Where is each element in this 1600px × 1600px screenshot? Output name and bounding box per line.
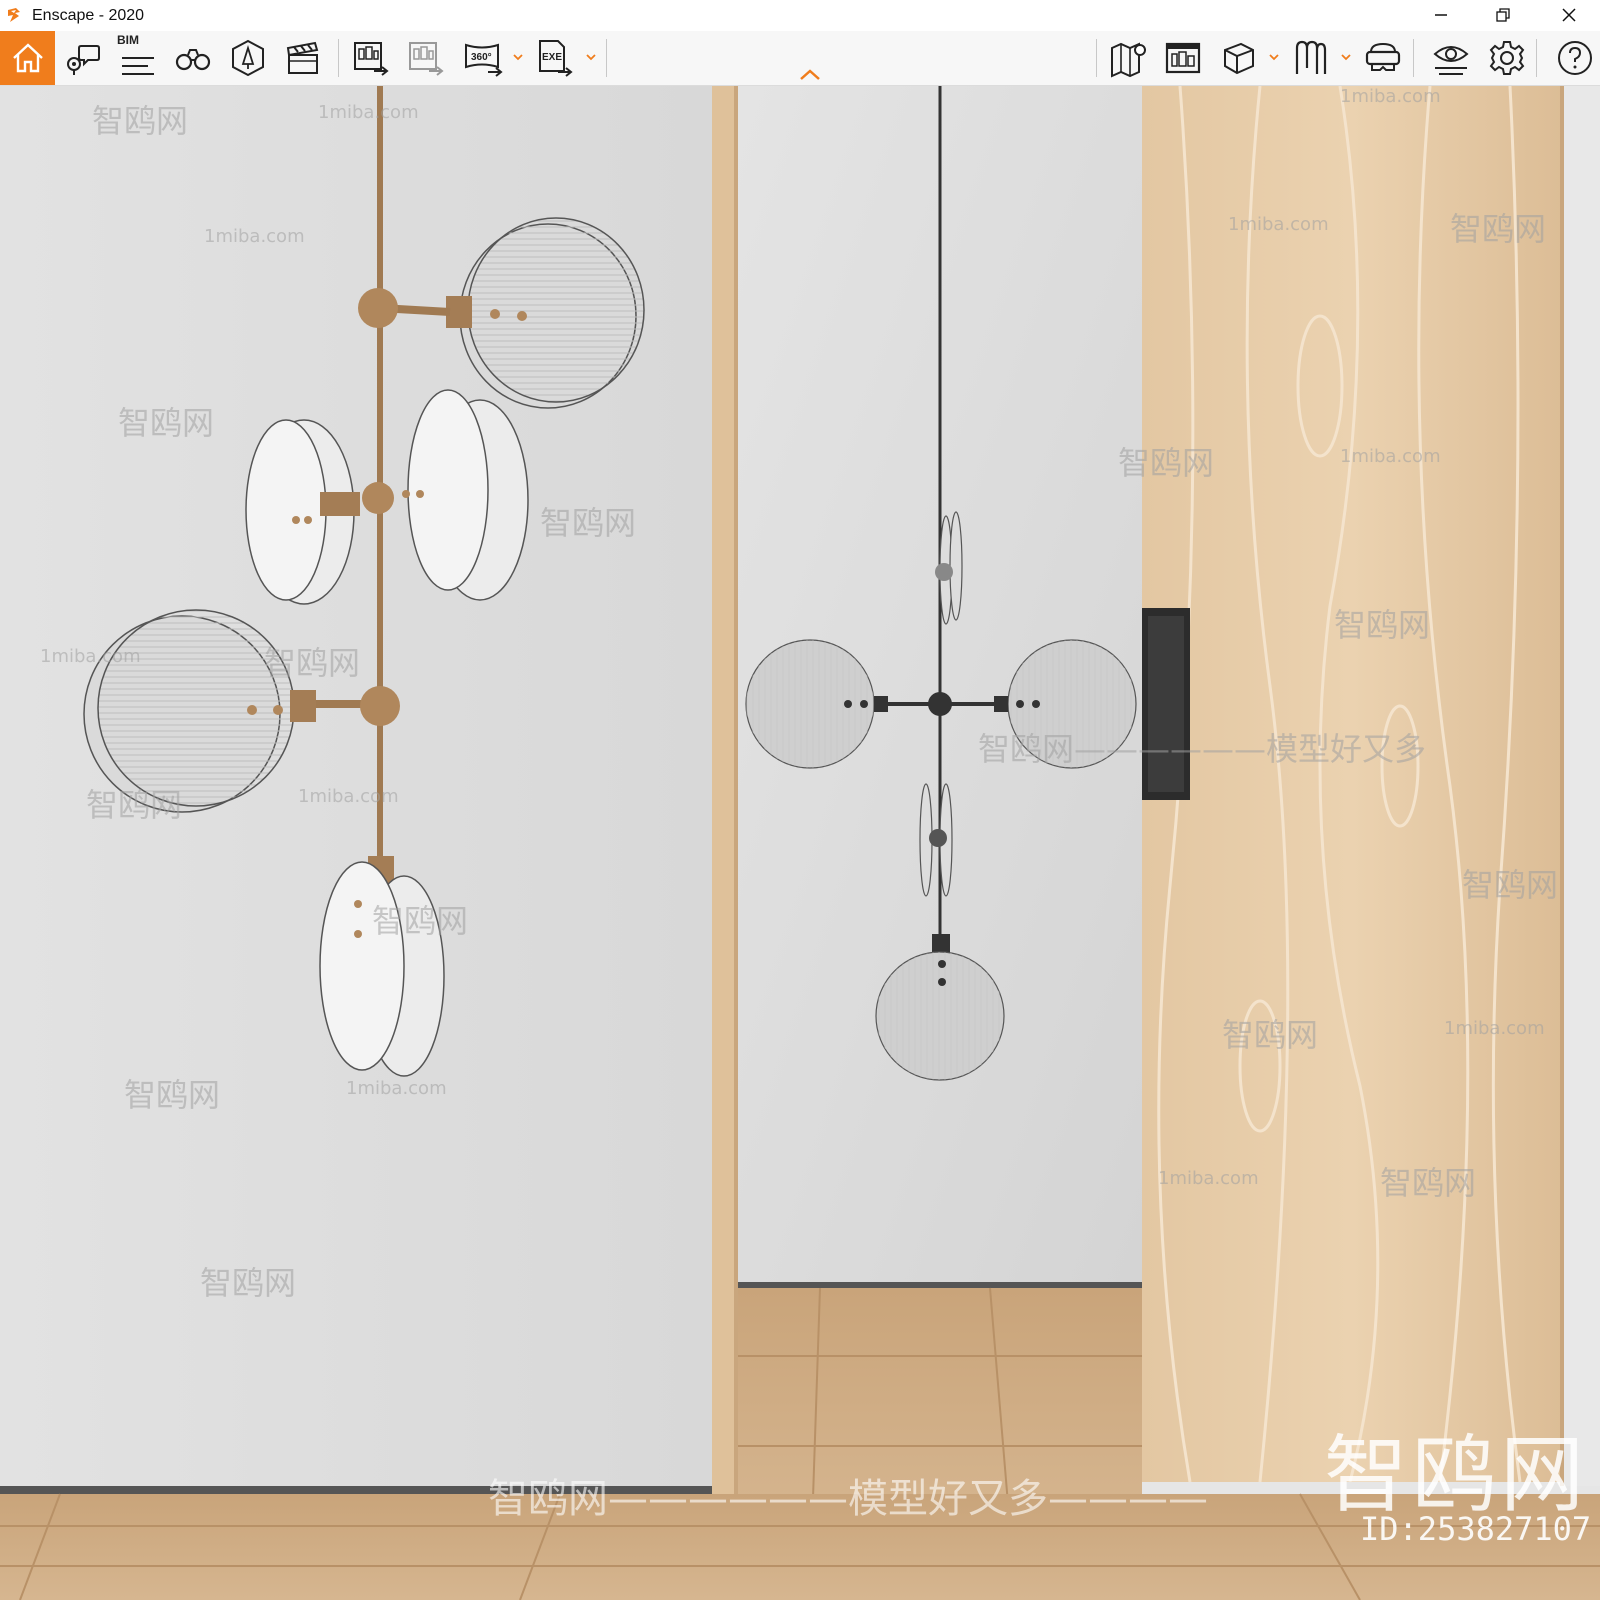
watermark-site: 1miba.com — [40, 646, 141, 667]
watermark-brand: 智鸥网 — [1380, 1164, 1477, 1202]
binoculars-icon — [175, 49, 211, 71]
panorama-360-button[interactable]: 360° — [460, 35, 506, 81]
map-icon — [1111, 42, 1146, 78]
views-button[interactable] — [60, 35, 106, 81]
home-button[interactable] — [0, 31, 55, 85]
help-button[interactable] — [1552, 35, 1598, 81]
toolbar-separator — [606, 39, 607, 77]
render-export-button[interactable] — [403, 35, 449, 81]
cube-icon — [1224, 42, 1254, 75]
panorama-360-icon: 360° — [465, 43, 503, 77]
watermark-id: ID:253827107 — [1360, 1510, 1592, 1548]
toolbar-separator — [338, 39, 339, 77]
chevron-down-icon[interactable] — [512, 51, 524, 63]
watermark-site: 1miba.com — [298, 786, 399, 807]
clapperboard-icon — [286, 41, 319, 74]
material-editor-button[interactable] — [1288, 35, 1334, 81]
watermark-brand: 智鸥网 — [86, 786, 183, 824]
watermark-brand: 智鸥网 — [1222, 1016, 1319, 1054]
home-icon — [12, 43, 43, 73]
bim-list-icon — [122, 57, 154, 75]
watermark-brand: 智鸥网 — [1118, 444, 1215, 482]
gear-icon — [1489, 41, 1525, 75]
svg-text:360°: 360° — [471, 52, 492, 63]
title-bar: Enscape - 2020 — [0, 0, 1600, 32]
batch-render-icon — [354, 42, 389, 76]
watermark-site: 1miba.com — [1444, 1018, 1545, 1039]
chevron-down-icon[interactable] — [585, 51, 597, 63]
watermark-brand: 智鸥网 — [372, 902, 469, 940]
exe-export-button[interactable]: EXE — [532, 35, 578, 81]
chevron-up-icon[interactable] — [798, 67, 822, 81]
watermark-brand: 智鸥网 — [540, 504, 637, 542]
toolbar-separator — [1413, 39, 1414, 77]
location-pin-speech-icon — [67, 45, 100, 75]
watermark-site: 1miba.com — [1158, 1168, 1259, 1189]
bim-label: BIM — [117, 33, 139, 47]
batch-render-button[interactable] — [348, 35, 394, 81]
asset-library-button[interactable] — [225, 35, 271, 81]
settings-button[interactable] — [1484, 35, 1530, 81]
binoculars-button[interactable] — [170, 35, 216, 81]
map-button[interactable] — [1105, 35, 1151, 81]
bim-button[interactable]: BIM — [115, 33, 161, 81]
restore-button[interactable] — [1480, 0, 1526, 30]
watermark-site: 1miba.com — [346, 1078, 447, 1099]
asset-library-icon — [232, 39, 264, 77]
toolbar-separator — [1536, 39, 1537, 77]
watermark-brand: 智鸥网 — [1462, 866, 1559, 904]
video-editor-button[interactable] — [280, 35, 326, 81]
close-icon — [1562, 8, 1576, 22]
watermark-site: 1miba.com — [204, 226, 305, 247]
watermark-site: 1miba.com — [318, 102, 419, 123]
chevron-down-icon[interactable] — [1340, 51, 1352, 63]
watermark-site: 1miba.com — [1340, 446, 1441, 467]
render-export-icon — [409, 42, 444, 76]
watermark-brand: 智鸥网 — [118, 404, 215, 442]
watermark-site: 1miba.com — [1340, 86, 1441, 107]
toolbar: BIM 360° EXE — [0, 31, 1600, 86]
chevron-down-icon[interactable] — [1268, 51, 1280, 63]
svg-text:EXE: EXE — [542, 52, 562, 63]
scene-render — [0, 86, 1600, 1600]
watermark-brand: 智鸥网 — [124, 1076, 221, 1114]
mini-map-button[interactable] — [1160, 35, 1206, 81]
exe-export-icon: EXE — [539, 40, 573, 77]
toolbar-separator — [1096, 39, 1097, 77]
watermark-site: 1miba.com — [1228, 214, 1329, 235]
enscape-logo-icon — [8, 8, 20, 22]
help-icon — [1558, 41, 1592, 75]
cube-view-button[interactable] — [1216, 35, 1262, 81]
watermark-brand: 智鸥网 — [92, 102, 189, 140]
minimap-icon — [1165, 42, 1201, 74]
watermark-brand: 智鸥网 — [264, 644, 361, 682]
minimize-button[interactable] — [1418, 0, 1464, 30]
watermark-brand: 智鸥网 — [1334, 606, 1431, 644]
restore-icon — [1496, 8, 1510, 22]
eye-settings-icon — [1433, 46, 1469, 75]
watermark-slogan: 智鸥网——————模型好又多 — [978, 730, 1427, 768]
window-title: Enscape - 2020 — [32, 7, 145, 24]
watermark-bottom-slogan: 智鸥网——————模型好又多———— — [488, 1476, 1208, 1522]
minimize-icon — [1435, 14, 1447, 16]
watermark-brand: 智鸥网 — [1450, 210, 1547, 248]
vr-headset-button[interactable] — [1360, 35, 1406, 81]
render-viewport[interactable]: 1miba.com 1miba.com 1miba.com 1miba.com … — [0, 86, 1600, 1600]
material-editor-icon — [1295, 40, 1327, 74]
watermark-brand: 智鸥网 — [200, 1264, 297, 1302]
close-button[interactable] — [1546, 0, 1592, 30]
vr-headset-icon — [1365, 42, 1401, 71]
visual-settings-button[interactable] — [1428, 35, 1474, 81]
